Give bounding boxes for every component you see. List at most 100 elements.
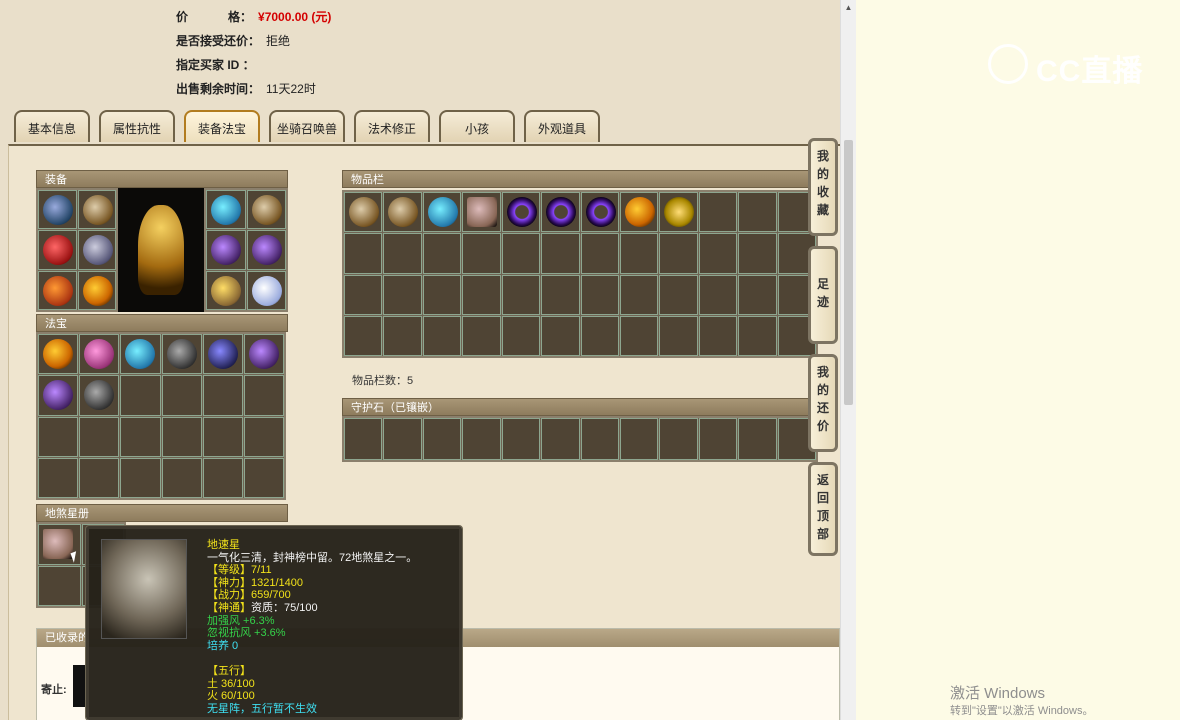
fabao-slot[interactable] (243, 375, 284, 416)
inventory-slot[interactable] (659, 274, 698, 315)
inventory-slot[interactable] (698, 315, 738, 356)
equip-slot-ring-1[interactable] (206, 230, 246, 270)
inventory-slot[interactable] (422, 192, 462, 233)
fabao-slot[interactable] (38, 375, 79, 416)
side-nav-back-to-top[interactable]: 返回顶部 (808, 462, 838, 556)
inventory-slot[interactable] (619, 315, 659, 356)
fabao-slot[interactable] (79, 334, 120, 375)
inventory-slot[interactable] (738, 192, 777, 233)
guardian-slot[interactable] (580, 418, 619, 460)
side-nav-history[interactable]: 足迹 (808, 246, 838, 344)
inventory-slot[interactable] (383, 192, 422, 233)
tab-attributes[interactable]: 属性抗性 (99, 110, 175, 142)
fabao-slot[interactable] (161, 334, 202, 375)
inventory-slot[interactable] (541, 274, 580, 315)
inventory-slot[interactable] (619, 192, 659, 233)
guardian-slot[interactable] (541, 418, 580, 460)
inventory-slot[interactable] (738, 274, 777, 315)
guardian-slot[interactable] (422, 418, 462, 460)
guardian-slot[interactable] (462, 418, 501, 460)
fabao-slot[interactable] (38, 457, 79, 498)
fabao-slot[interactable] (243, 457, 284, 498)
fabao-slot[interactable] (202, 334, 243, 375)
scroll-up-icon[interactable]: ▲ (841, 0, 856, 15)
fabao-slot[interactable] (161, 416, 202, 457)
fabao-slot[interactable] (161, 457, 202, 498)
fabao-slot[interactable] (38, 416, 79, 457)
tab-mounts-pets[interactable]: 坐骑召唤兽 (269, 110, 345, 142)
inventory-slot[interactable] (659, 233, 698, 274)
guardian-slot[interactable] (344, 418, 383, 460)
inventory-slot[interactable] (344, 274, 383, 315)
inventory-slot[interactable] (462, 192, 501, 233)
equip-slot-helmet[interactable] (38, 190, 77, 230)
inventory-slot[interactable] (344, 315, 383, 356)
inventory-slot[interactable] (738, 315, 777, 356)
inventory-slot[interactable] (619, 233, 659, 274)
fabao-slot[interactable] (243, 416, 284, 457)
inventory-slot[interactable] (659, 315, 698, 356)
equip-slot-accessory-2[interactable] (246, 190, 286, 230)
inventory-slot[interactable] (580, 192, 619, 233)
inventory-slot[interactable] (462, 274, 501, 315)
inventory-slot[interactable] (501, 192, 541, 233)
inventory-slot[interactable] (659, 192, 698, 233)
inventory-slot[interactable] (698, 274, 738, 315)
inventory-slot[interactable] (344, 233, 383, 274)
equip-slot-accessory-1[interactable] (206, 190, 246, 230)
inventory-slot[interactable] (383, 233, 422, 274)
inventory-slot[interactable] (698, 192, 738, 233)
inventory-slot[interactable] (462, 315, 501, 356)
fabao-slot[interactable] (202, 375, 243, 416)
equip-slot-orb[interactable] (246, 270, 286, 310)
disha-slot[interactable] (38, 565, 81, 606)
inventory-slot[interactable] (501, 274, 541, 315)
tab-child[interactable]: 小孩 (439, 110, 515, 142)
guardian-slot[interactable] (659, 418, 698, 460)
guardian-slot[interactable] (738, 418, 777, 460)
inventory-slot[interactable] (580, 315, 619, 356)
equip-slot-bracelet[interactable] (206, 270, 246, 310)
fabao-slot[interactable] (202, 457, 243, 498)
inventory-slot[interactable] (541, 233, 580, 274)
inventory-slot[interactable] (383, 315, 422, 356)
equip-slot-necklace[interactable] (77, 190, 116, 230)
tab-equipment[interactable]: 装备法宝 (184, 110, 260, 142)
inventory-slot[interactable] (501, 233, 541, 274)
equip-slot-belt[interactable] (38, 270, 77, 310)
side-nav-my-offers[interactable]: 我的还价 (808, 354, 838, 452)
inventory-slot[interactable] (422, 315, 462, 356)
inventory-slot[interactable] (541, 315, 580, 356)
tab-basic-info[interactable]: 基本信息 (14, 110, 90, 142)
inventory-slot[interactable] (462, 233, 501, 274)
fabao-slot[interactable] (79, 416, 120, 457)
fabao-slot[interactable] (120, 457, 161, 498)
side-nav-favorites[interactable]: 我的收藏 (808, 138, 838, 236)
inventory-slot[interactable] (619, 274, 659, 315)
equip-slot-ring-2[interactable] (246, 230, 286, 270)
inventory-slot[interactable] (422, 274, 462, 315)
guardian-slot[interactable] (619, 418, 659, 460)
fabao-slot[interactable] (120, 375, 161, 416)
guardian-slot[interactable] (698, 418, 738, 460)
page-scrollbar[interactable]: ▲ (840, 0, 856, 720)
equip-slot-armor[interactable] (77, 230, 116, 270)
inventory-slot[interactable] (422, 233, 462, 274)
fabao-slot[interactable] (202, 416, 243, 457)
fabao-slot[interactable] (79, 457, 120, 498)
equip-slot-boots[interactable] (77, 270, 116, 310)
inventory-slot[interactable] (738, 233, 777, 274)
inventory-slot[interactable] (501, 315, 541, 356)
fabao-slot[interactable] (38, 334, 79, 375)
tab-spell-correction[interactable]: 法术修正 (354, 110, 430, 142)
inventory-slot[interactable] (541, 192, 580, 233)
inventory-slot[interactable] (383, 274, 422, 315)
inventory-slot[interactable] (344, 192, 383, 233)
inventory-slot[interactable] (580, 233, 619, 274)
tab-appearance[interactable]: 外观道具 (524, 110, 600, 142)
fabao-slot[interactable] (120, 416, 161, 457)
fabao-slot[interactable] (120, 334, 161, 375)
scroll-thumb[interactable] (844, 140, 853, 405)
guardian-slot[interactable] (501, 418, 541, 460)
inventory-slot[interactable] (580, 274, 619, 315)
